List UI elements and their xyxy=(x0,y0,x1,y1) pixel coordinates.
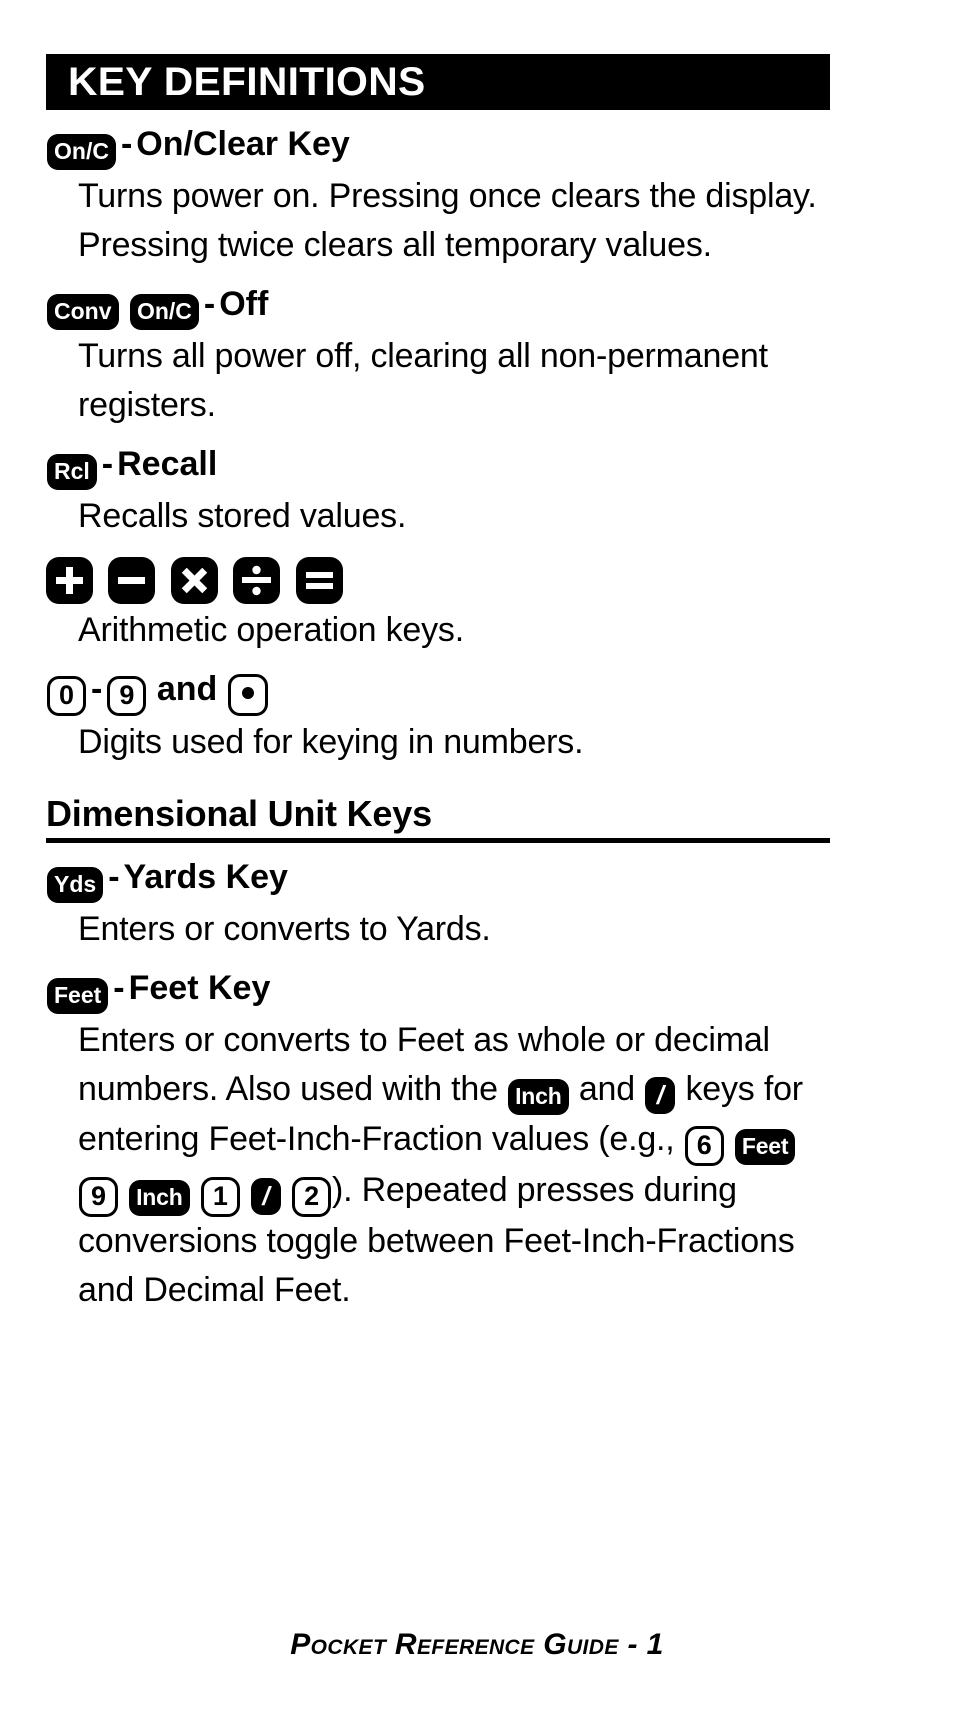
entry-feet-title: Feet Key xyxy=(128,969,271,1008)
entry-on-clear: On/C - On/Clear Key Turns power on. Pressi… xyxy=(46,124,830,270)
section-heading: Dimensional Unit Keys xyxy=(46,792,432,834)
key-conv[interactable]: Conv xyxy=(47,293,119,330)
section-divider xyxy=(46,838,830,844)
key-digit-1[interactable]: 1 xyxy=(200,1176,240,1217)
entry-feet-body-part-2: and xyxy=(578,1069,635,1108)
entry-yards-title: Yards Key xyxy=(123,858,288,897)
key-fraction-slash[interactable]: / xyxy=(250,1177,281,1215)
key-minus-icon[interactable] xyxy=(108,556,156,604)
key-digit-0[interactable]: 0 xyxy=(47,675,87,716)
entry-on-clear-header: On/C - On/Clear Key xyxy=(46,124,830,170)
entry-recall-header: Rcl - Recall xyxy=(46,444,830,490)
entry-recall-body: Recalls stored values. xyxy=(78,496,407,535)
entry-separator: - xyxy=(91,669,103,708)
entry-feet-body: Enters or converts to Feet as whole or d… xyxy=(46,1016,830,1315)
entry-separator: - xyxy=(203,284,216,323)
key-decimal-point[interactable] xyxy=(227,673,268,716)
entry-feet-header: Feet - Feet Key xyxy=(46,968,830,1015)
key-inch[interactable]: Inch xyxy=(508,1078,569,1115)
key-digit-6[interactable]: 6 xyxy=(684,1125,724,1166)
entry-recall-title: Recall xyxy=(117,444,218,483)
entry-off-title: Off xyxy=(219,284,269,323)
entry-yards-body: Enters or converts to Yards. xyxy=(78,910,491,949)
entry-off-body: Turns all power off, clearing all non-pe… xyxy=(78,336,768,424)
key-on-c[interactable]: On/C xyxy=(47,134,116,170)
entry-digits-header: 0-9 and xyxy=(46,669,830,716)
entry-yards: Yds - Yards Key Enters or converts to Yard… xyxy=(46,857,830,954)
key-feet[interactable]: Feet xyxy=(734,1128,796,1165)
entry-digits-body: Digits used for keying in numbers. xyxy=(78,722,584,761)
arithmetic-key-row xyxy=(46,556,830,604)
entry-digits-title: and xyxy=(156,669,218,708)
entry-digits: 0-9 and Digits used for keying in number… xyxy=(46,669,830,767)
key-digit-9[interactable]: 9 xyxy=(107,675,147,716)
entry-arithmetic: Arithmetic operation keys. xyxy=(46,556,830,655)
entry-separator: - xyxy=(108,858,120,897)
entry-off: Conv On/C - Off Turns all power off, clear… xyxy=(46,284,830,430)
key-multiply-icon[interactable] xyxy=(170,556,218,604)
key-inch[interactable]: Inch xyxy=(129,1179,190,1216)
entry-yards-header: Yds - Yards Key xyxy=(46,857,830,904)
page-title: KEY DEFINITIONS xyxy=(68,60,426,104)
key-divide-icon[interactable] xyxy=(233,556,281,604)
entry-recall: Rcl - Recall Recalls stored values. xyxy=(46,444,830,541)
entry-on-clear-title: On/Clear Key xyxy=(136,125,350,163)
entry-separator: - xyxy=(113,969,125,1008)
page-content: KEY DEFINITIONS On/C - On/Clear Key Turns … xyxy=(46,0,830,1315)
key-digit-2[interactable]: 2 xyxy=(292,1176,331,1217)
page-footer: Pocket Reference Guide - 1 xyxy=(290,1628,664,1661)
entry-on-clear-body: Turns power on. Pressing once clears the… xyxy=(78,177,817,264)
key-plus-icon[interactable] xyxy=(46,556,93,604)
key-definitions-banner: KEY DEFINITIONS xyxy=(46,54,830,110)
key-rcl[interactable]: Rcl xyxy=(47,453,97,490)
entry-arithmetic-body: Arithmetic operation keys. xyxy=(78,610,464,649)
key-fraction-slash[interactable]: / xyxy=(645,1076,676,1114)
key-digit-9[interactable]: 9 xyxy=(79,1176,118,1217)
key-equals-icon[interactable] xyxy=(295,556,343,604)
key-feet[interactable]: Feet xyxy=(47,978,109,1015)
entry-separator: - xyxy=(101,444,114,483)
key-yds[interactable]: Yds xyxy=(47,867,104,904)
entry-feet: Feet - Feet Key Enters or converts to Feet… xyxy=(46,968,830,1315)
dimensional-unit-keys-section: Dimensional Unit Keys xyxy=(46,792,830,844)
key-on-c[interactable]: On/C xyxy=(129,293,199,330)
entry-off-header: Conv On/C - Off xyxy=(46,284,830,330)
entry-separator: - xyxy=(120,125,133,163)
